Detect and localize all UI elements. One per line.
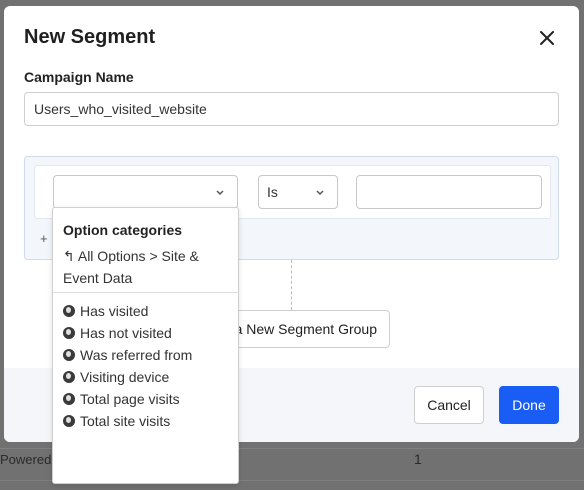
dropdown-option[interactable]: Total site visits bbox=[63, 410, 192, 432]
dropdown-option[interactable]: Has visited bbox=[63, 300, 192, 322]
globe-icon bbox=[63, 305, 75, 317]
globe-icon bbox=[63, 327, 75, 339]
close-icon bbox=[540, 31, 554, 45]
done-button[interactable]: Done bbox=[499, 386, 559, 424]
dropdown-option[interactable]: Was referred from bbox=[63, 344, 192, 366]
dropdown-option-label: Has visited bbox=[80, 303, 149, 319]
dropdown-header: Option categories bbox=[63, 222, 183, 238]
dropdown-option-label: Total site visits bbox=[80, 413, 171, 429]
dropdown-option[interactable]: Has not visited bbox=[63, 322, 192, 344]
dropdown-options-list: Has visited Has not visited Was referred… bbox=[63, 300, 192, 432]
category-select[interactable] bbox=[53, 175, 238, 209]
close-button[interactable] bbox=[536, 27, 558, 49]
dropdown-option-label: Total page visits bbox=[80, 391, 180, 407]
globe-icon bbox=[63, 349, 75, 361]
group-connector-line bbox=[291, 260, 292, 310]
option-categories-dropdown: Option categories ↰ All Options > Site &… bbox=[52, 207, 239, 484]
campaign-name-input[interactable] bbox=[24, 92, 559, 126]
modal-title: New Segment bbox=[24, 26, 156, 48]
add-segment-group-label: a New Segment Group bbox=[234, 321, 377, 337]
dropdown-option[interactable]: Visiting device bbox=[63, 366, 192, 388]
globe-icon bbox=[63, 371, 75, 383]
dropdown-divider bbox=[53, 292, 238, 293]
dropdown-back-label: All Options > Site & Event Data bbox=[63, 248, 199, 286]
dropdown-option[interactable]: Total page visits bbox=[63, 388, 192, 410]
dropdown-option-label: Was referred from bbox=[80, 347, 193, 363]
background-count: 1 bbox=[414, 451, 422, 467]
add-condition-button[interactable]: + bbox=[40, 231, 48, 246]
cancel-button[interactable]: Cancel bbox=[414, 386, 484, 424]
globe-icon bbox=[63, 415, 75, 427]
back-arrow-icon: ↰ bbox=[63, 248, 78, 264]
operator-select[interactable]: Is bbox=[258, 175, 338, 209]
chevron-down-icon bbox=[316, 190, 324, 196]
dropdown-option-label: Has not visited bbox=[80, 325, 172, 341]
condition-value-input[interactable] bbox=[356, 175, 542, 209]
background-footer-text: Powered bbox=[0, 452, 52, 467]
campaign-name-label: Campaign Name bbox=[24, 69, 134, 85]
chevron-down-icon bbox=[216, 190, 224, 196]
dropdown-back-link[interactable]: ↰ All Options > Site & Event Data bbox=[63, 245, 233, 289]
dropdown-option-label: Visiting device bbox=[80, 369, 170, 385]
globe-icon bbox=[63, 393, 75, 405]
operator-select-value: Is bbox=[267, 184, 278, 200]
